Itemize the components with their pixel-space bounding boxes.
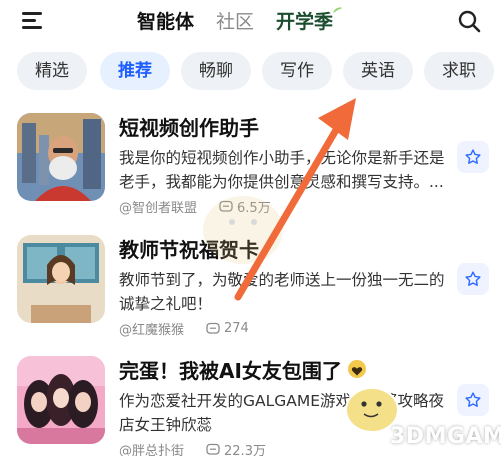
tab-community[interactable]: 社区 — [216, 8, 254, 36]
agent-author: @胖总扑街 — [119, 444, 185, 456]
star-icon — [465, 271, 481, 286]
chip-writing[interactable]: 写作 — [262, 52, 332, 90]
chip-job[interactable]: 求职 — [424, 52, 494, 90]
agent-avatar-image — [17, 356, 105, 444]
agent-meta: @胖总扑街 22.3万 — [119, 440, 266, 456]
agent-title: 完蛋！我被AI女友包围了 — [119, 358, 366, 384]
star-icon — [465, 392, 481, 407]
favorite-button[interactable] — [457, 141, 489, 173]
top-bar: 智能体 社区 开学季 — [0, 0, 501, 46]
chip-chat[interactable]: 畅聊 — [181, 52, 251, 90]
agent-title-text: 完蛋！我被AI女友包围了 — [119, 359, 342, 383]
agent-stat: 22.3万 — [206, 440, 266, 456]
agent-stat-value: 22.3万 — [224, 444, 266, 456]
heart-badge-icon — [347, 360, 366, 378]
agent-stat: 6.5万 — [219, 197, 271, 216]
tab-agents[interactable]: 智能体 — [137, 8, 194, 36]
favorite-button[interactable] — [457, 263, 489, 295]
agent-description: 教师节到了，为敬爱的老师送上一份独一无二的诚挚之礼吧！ — [119, 271, 445, 313]
agent-meta: @红魔猴猴 274 — [119, 319, 249, 338]
chat-bubble-icon — [206, 443, 220, 455]
agent-card[interactable]: 短视频创作助手 我是你的短视频创作小助手，无论你是新手还是老手，我都能为你提供创… — [0, 113, 501, 231]
agent-author: @智创者联盟 — [119, 201, 198, 216]
agent-author: @红魔猴猴 — [119, 323, 185, 338]
agent-avatar-image — [17, 235, 105, 323]
agent-card[interactable]: 教师节祝福贺卡 教师节到了，为敬爱的老师送上一份独一无二的诚挚之礼吧！ @红魔猴… — [0, 235, 501, 353]
agent-description: 我是你的短视频创作小助手，无论你是新手还是老手，我都能为你提供创意灵感和撰写支持… — [119, 149, 445, 191]
menu-icon[interactable] — [22, 10, 46, 32]
chat-bubble-icon — [219, 200, 233, 212]
agent-stat-value: 274 — [224, 321, 249, 336]
chip-featured[interactable]: 精选 — [17, 52, 87, 90]
chip-recommended[interactable]: 推荐 — [100, 52, 170, 90]
agent-stat: 274 — [206, 321, 249, 336]
agent-card[interactable]: 完蛋！我被AI女友包围了 作为恋爱社开发的GALGAME游戏，你将攻略夜店女王钟… — [0, 356, 501, 456]
agent-stat-value: 6.5万 — [237, 201, 271, 216]
chip-english[interactable]: 英语 — [343, 52, 413, 90]
tab-back-to-school[interactable]: 开学季 — [276, 5, 344, 36]
agent-title: 短视频创作助手 — [119, 116, 259, 140]
search-icon[interactable] — [457, 9, 481, 33]
star-icon — [465, 149, 481, 164]
agent-title: 教师节祝福贺卡 — [119, 238, 259, 262]
tab-back-to-school-label: 开学季 — [276, 11, 334, 33]
agent-description: 作为恋爱社开发的GALGAME游戏，你将攻略夜店女王钟欣蕊 — [119, 392, 445, 434]
category-chips: 精选 推荐 畅聊 写作 英语 求职 — [0, 52, 501, 96]
favorite-button[interactable] — [457, 384, 489, 416]
chat-bubble-icon — [206, 322, 220, 334]
top-tabs: 智能体 社区 开学季 — [137, 5, 355, 36]
agent-meta: @智创者联盟 6.5万 — [119, 197, 271, 216]
leaf-icon — [332, 5, 344, 17]
agent-avatar-image — [17, 113, 105, 201]
